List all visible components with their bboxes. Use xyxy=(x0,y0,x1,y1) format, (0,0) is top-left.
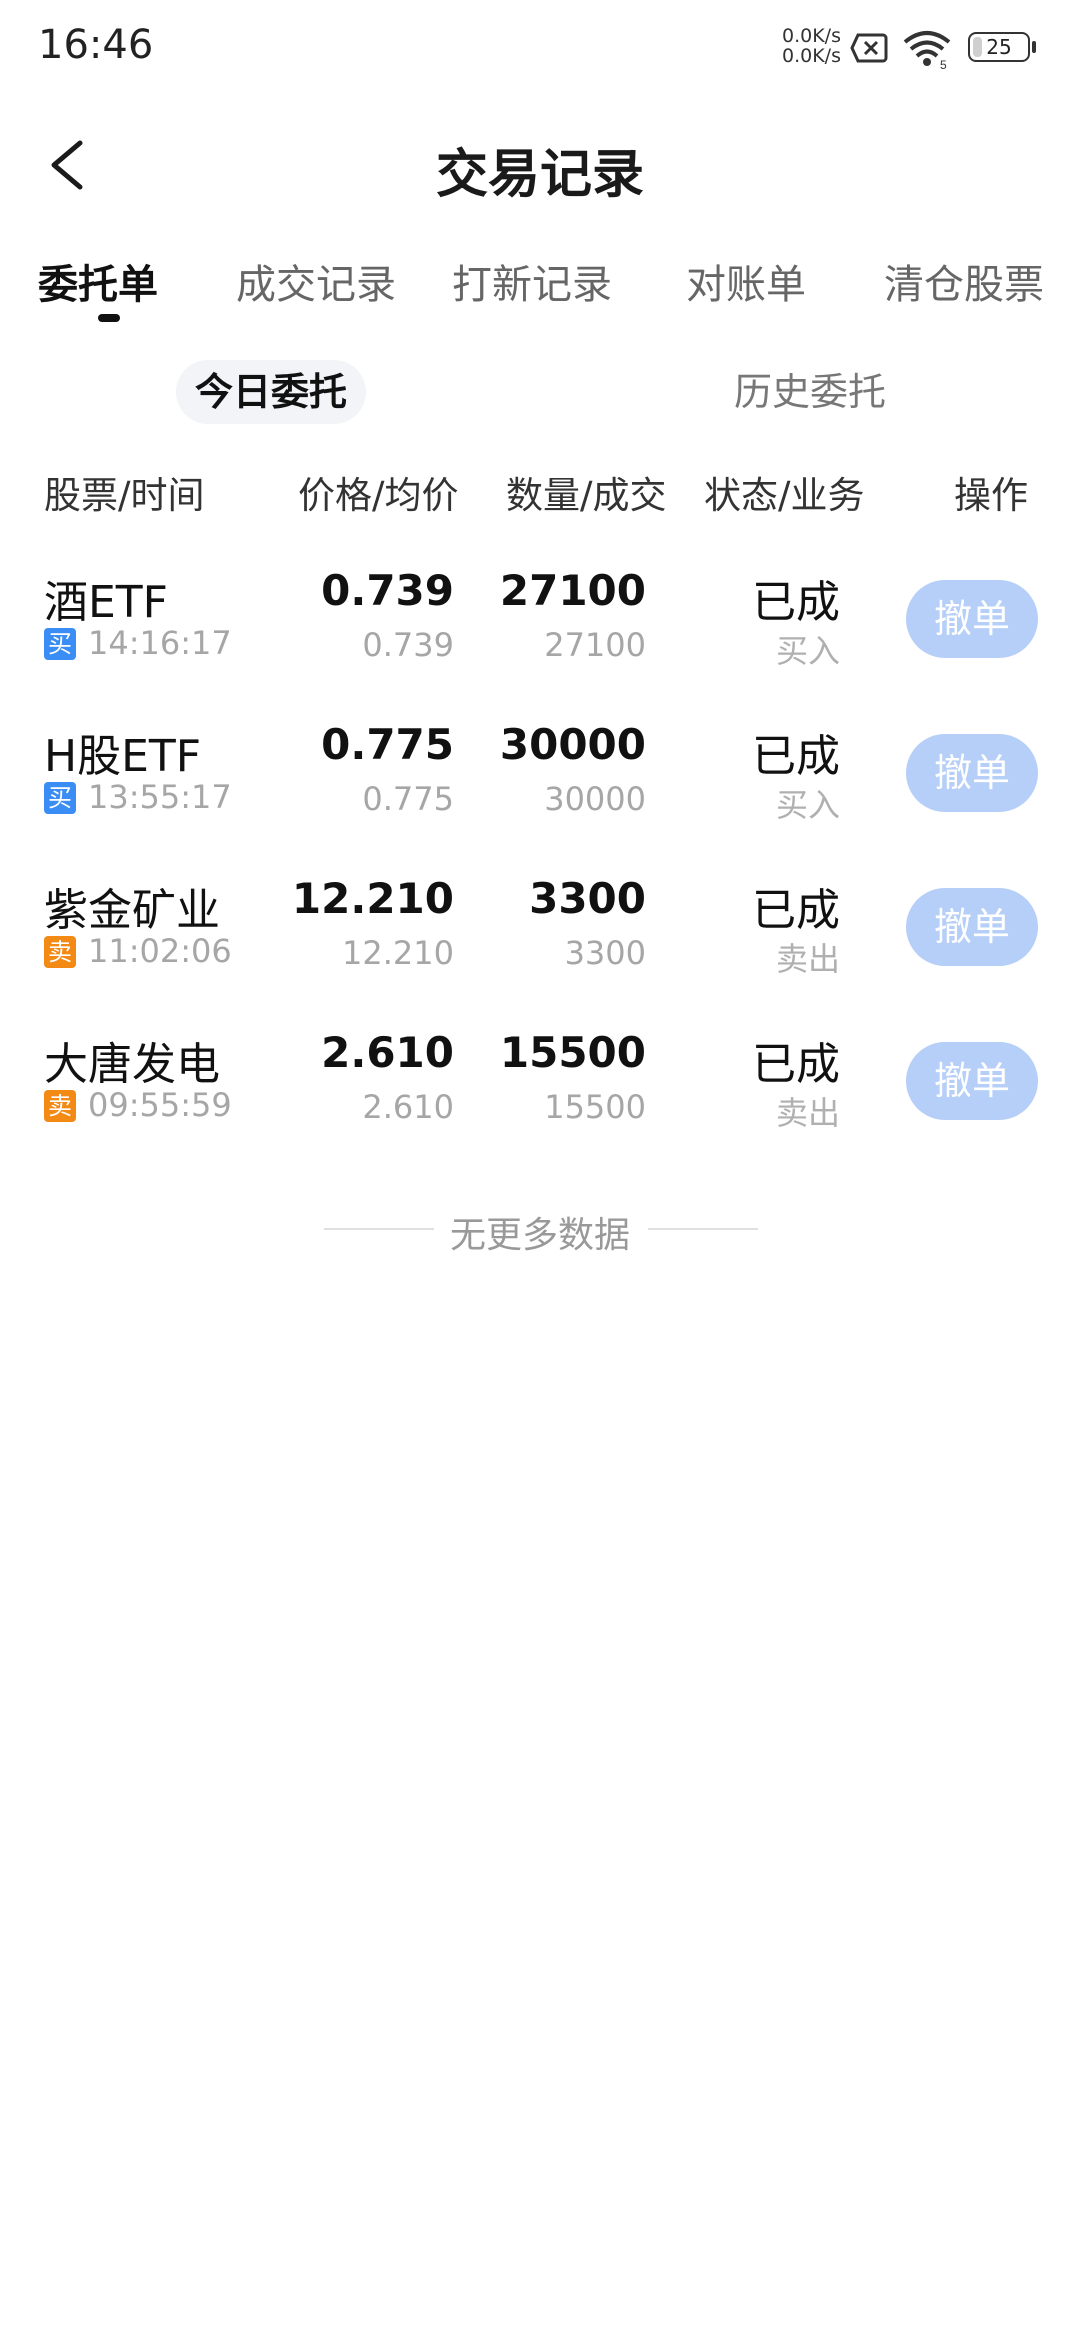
nav-bar: 交易记录 xyxy=(0,110,1080,220)
active-tab-indicator xyxy=(98,314,120,322)
column-status-business: 状态/业务 xyxy=(704,474,865,517)
order-time: 09:55:59 xyxy=(88,1086,232,1124)
table-row[interactable]: H股ETF 买 13:55:17 0.775 0.775 30000 30000… xyxy=(0,720,1080,870)
page-title: 交易记录 xyxy=(435,145,644,205)
table-row[interactable]: 大唐发电 卖 09:55:59 2.610 2.610 15500 15500 … xyxy=(0,1028,1080,1178)
avg-price: 0.775 xyxy=(362,780,454,818)
no-more-data: 无更多数据 xyxy=(0,1200,1080,1260)
tab-orders[interactable]: 委托单 xyxy=(38,252,158,310)
buy-tag: 买 xyxy=(44,628,76,660)
order-qty: 30000 xyxy=(499,720,646,769)
order-price: 12.210 xyxy=(291,874,454,923)
order-status: 已成 xyxy=(752,731,840,782)
table-row[interactable]: 紫金矿业 卖 11:02:06 12.210 12.210 3300 3300 … xyxy=(0,874,1080,1024)
wifi-label: 5 xyxy=(940,58,947,70)
segment-today-orders[interactable]: 今日委托 xyxy=(176,360,366,424)
order-business: 买入 xyxy=(775,632,840,670)
column-stock-time: 股票/时间 xyxy=(44,474,205,517)
battery-text: 25 xyxy=(986,35,1012,59)
tab-statement[interactable]: 对账单 xyxy=(686,252,806,310)
table-header: 股票/时间 价格/均价 数量/成交 状态/业务 操作 xyxy=(0,465,1080,525)
cancel-order-button[interactable]: 撤单 xyxy=(906,580,1038,658)
order-price: 2.610 xyxy=(321,1028,454,1077)
sell-tag: 卖 xyxy=(44,936,76,968)
divider-right xyxy=(648,1228,758,1230)
order-business: 卖出 xyxy=(775,1094,840,1132)
battery-tip xyxy=(1032,41,1036,53)
status-bar: 16:46 0.0K/s 0.0K/s 5 25 xyxy=(0,0,1080,96)
tab-bar: 委托单 成交记录 打新记录 对账单 清仓股票 xyxy=(0,252,1080,322)
order-time: 13:55:17 xyxy=(88,778,232,816)
order-price: 0.775 xyxy=(321,720,454,769)
order-time: 14:16:17 xyxy=(88,624,232,662)
order-time: 11:02:06 xyxy=(88,932,232,970)
order-business: 卖出 xyxy=(775,940,840,978)
order-status: 已成 xyxy=(752,1039,840,1090)
avg-price: 12.210 xyxy=(342,934,454,972)
column-qty-filled: 数量/成交 xyxy=(506,474,667,517)
column-price-avg: 价格/均价 xyxy=(298,474,459,517)
table-row[interactable]: 酒ETF 买 14:16:17 0.739 0.739 27100 27100 … xyxy=(0,566,1080,716)
filled-qty: 3300 xyxy=(564,934,646,972)
cancel-order-button[interactable]: 撤单 xyxy=(906,888,1038,966)
order-price: 0.739 xyxy=(321,566,454,615)
segment-history-orders[interactable]: 历史委托 xyxy=(734,360,886,424)
order-status: 已成 xyxy=(752,885,840,936)
sell-tag: 卖 xyxy=(44,1090,76,1122)
stock-name: 大唐发电 xyxy=(44,1039,220,1090)
avg-price: 2.610 xyxy=(362,1088,454,1126)
buy-tag: 买 xyxy=(44,782,76,814)
filled-qty: 27100 xyxy=(544,626,646,664)
stock-name: H股ETF xyxy=(44,731,202,782)
order-status: 已成 xyxy=(752,577,840,628)
net-speed-down: 0.0K/s xyxy=(782,45,841,67)
order-qty: 15500 xyxy=(499,1028,646,1077)
no-sim-icon xyxy=(850,33,888,63)
cancel-order-button[interactable]: 撤单 xyxy=(906,1042,1038,1120)
order-business: 买入 xyxy=(775,786,840,824)
no-more-data-text: 无更多数据 xyxy=(449,1215,630,1256)
tab-cleared-stocks[interactable]: 清仓股票 xyxy=(884,252,1044,310)
filled-qty: 15500 xyxy=(544,1088,646,1126)
wifi-icon: 5 xyxy=(903,31,951,70)
tab-ipo-records[interactable]: 打新记录 xyxy=(452,252,612,310)
status-time: 16:46 xyxy=(38,22,154,68)
stock-name: 酒ETF xyxy=(44,577,168,628)
order-qty: 3300 xyxy=(529,874,646,923)
battery-icon: 25 xyxy=(968,32,1030,62)
filled-qty: 30000 xyxy=(544,780,646,818)
column-action: 操作 xyxy=(954,474,1028,517)
avg-price: 0.739 xyxy=(362,626,454,664)
order-qty: 27100 xyxy=(499,566,646,615)
net-speed-up: 0.0K/s xyxy=(782,25,841,47)
tab-trades[interactable]: 成交记录 xyxy=(236,252,396,310)
stock-name: 紫金矿业 xyxy=(44,885,220,936)
cancel-order-button[interactable]: 撤单 xyxy=(906,734,1038,812)
network-speed: 0.0K/s 0.0K/s xyxy=(782,26,841,66)
